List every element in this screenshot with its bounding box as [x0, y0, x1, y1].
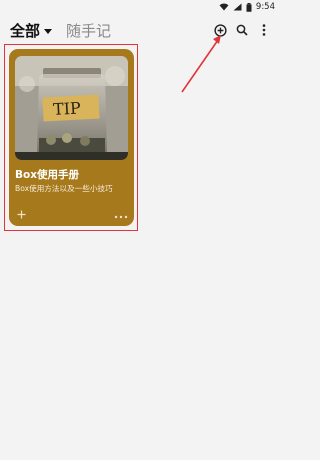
- notebook-card[interactable]: TIP Box使用手册 Box使用方法以及一些小技巧: [9, 49, 134, 226]
- more-options-button[interactable]: [253, 19, 275, 41]
- chevron-down-icon: [44, 28, 53, 34]
- status-bar: 9:54: [0, 0, 281, 14]
- card-add-button[interactable]: [14, 206, 28, 220]
- add-button[interactable]: [209, 19, 231, 41]
- signal-icon: [233, 3, 242, 11]
- header-actions: [209, 14, 275, 46]
- battery-icon: [246, 2, 252, 12]
- card-title: Box使用手册: [15, 169, 79, 181]
- wifi-icon: [219, 3, 229, 11]
- tab-all-dropdown[interactable]: 全部: [10, 20, 53, 41]
- more-vert-icon: [262, 24, 266, 36]
- more-horiz-icon: [114, 204, 128, 223]
- card-more-button[interactable]: [112, 206, 130, 220]
- search-button[interactable]: [231, 19, 253, 41]
- jar-label-text: TIP: [53, 98, 82, 118]
- tab-notes[interactable]: 随手记: [66, 20, 111, 41]
- card-description: Box使用方法以及一些小技巧: [15, 184, 113, 193]
- tab-all-label: 全部: [10, 21, 41, 40]
- add-circle-icon: [213, 23, 227, 37]
- plus-icon: [17, 204, 26, 223]
- status-time: 9:54: [255, 2, 275, 12]
- search-icon: [236, 24, 248, 36]
- app-bar: 全部 随手记: [0, 14, 281, 46]
- card-cover-image: TIP: [15, 56, 128, 160]
